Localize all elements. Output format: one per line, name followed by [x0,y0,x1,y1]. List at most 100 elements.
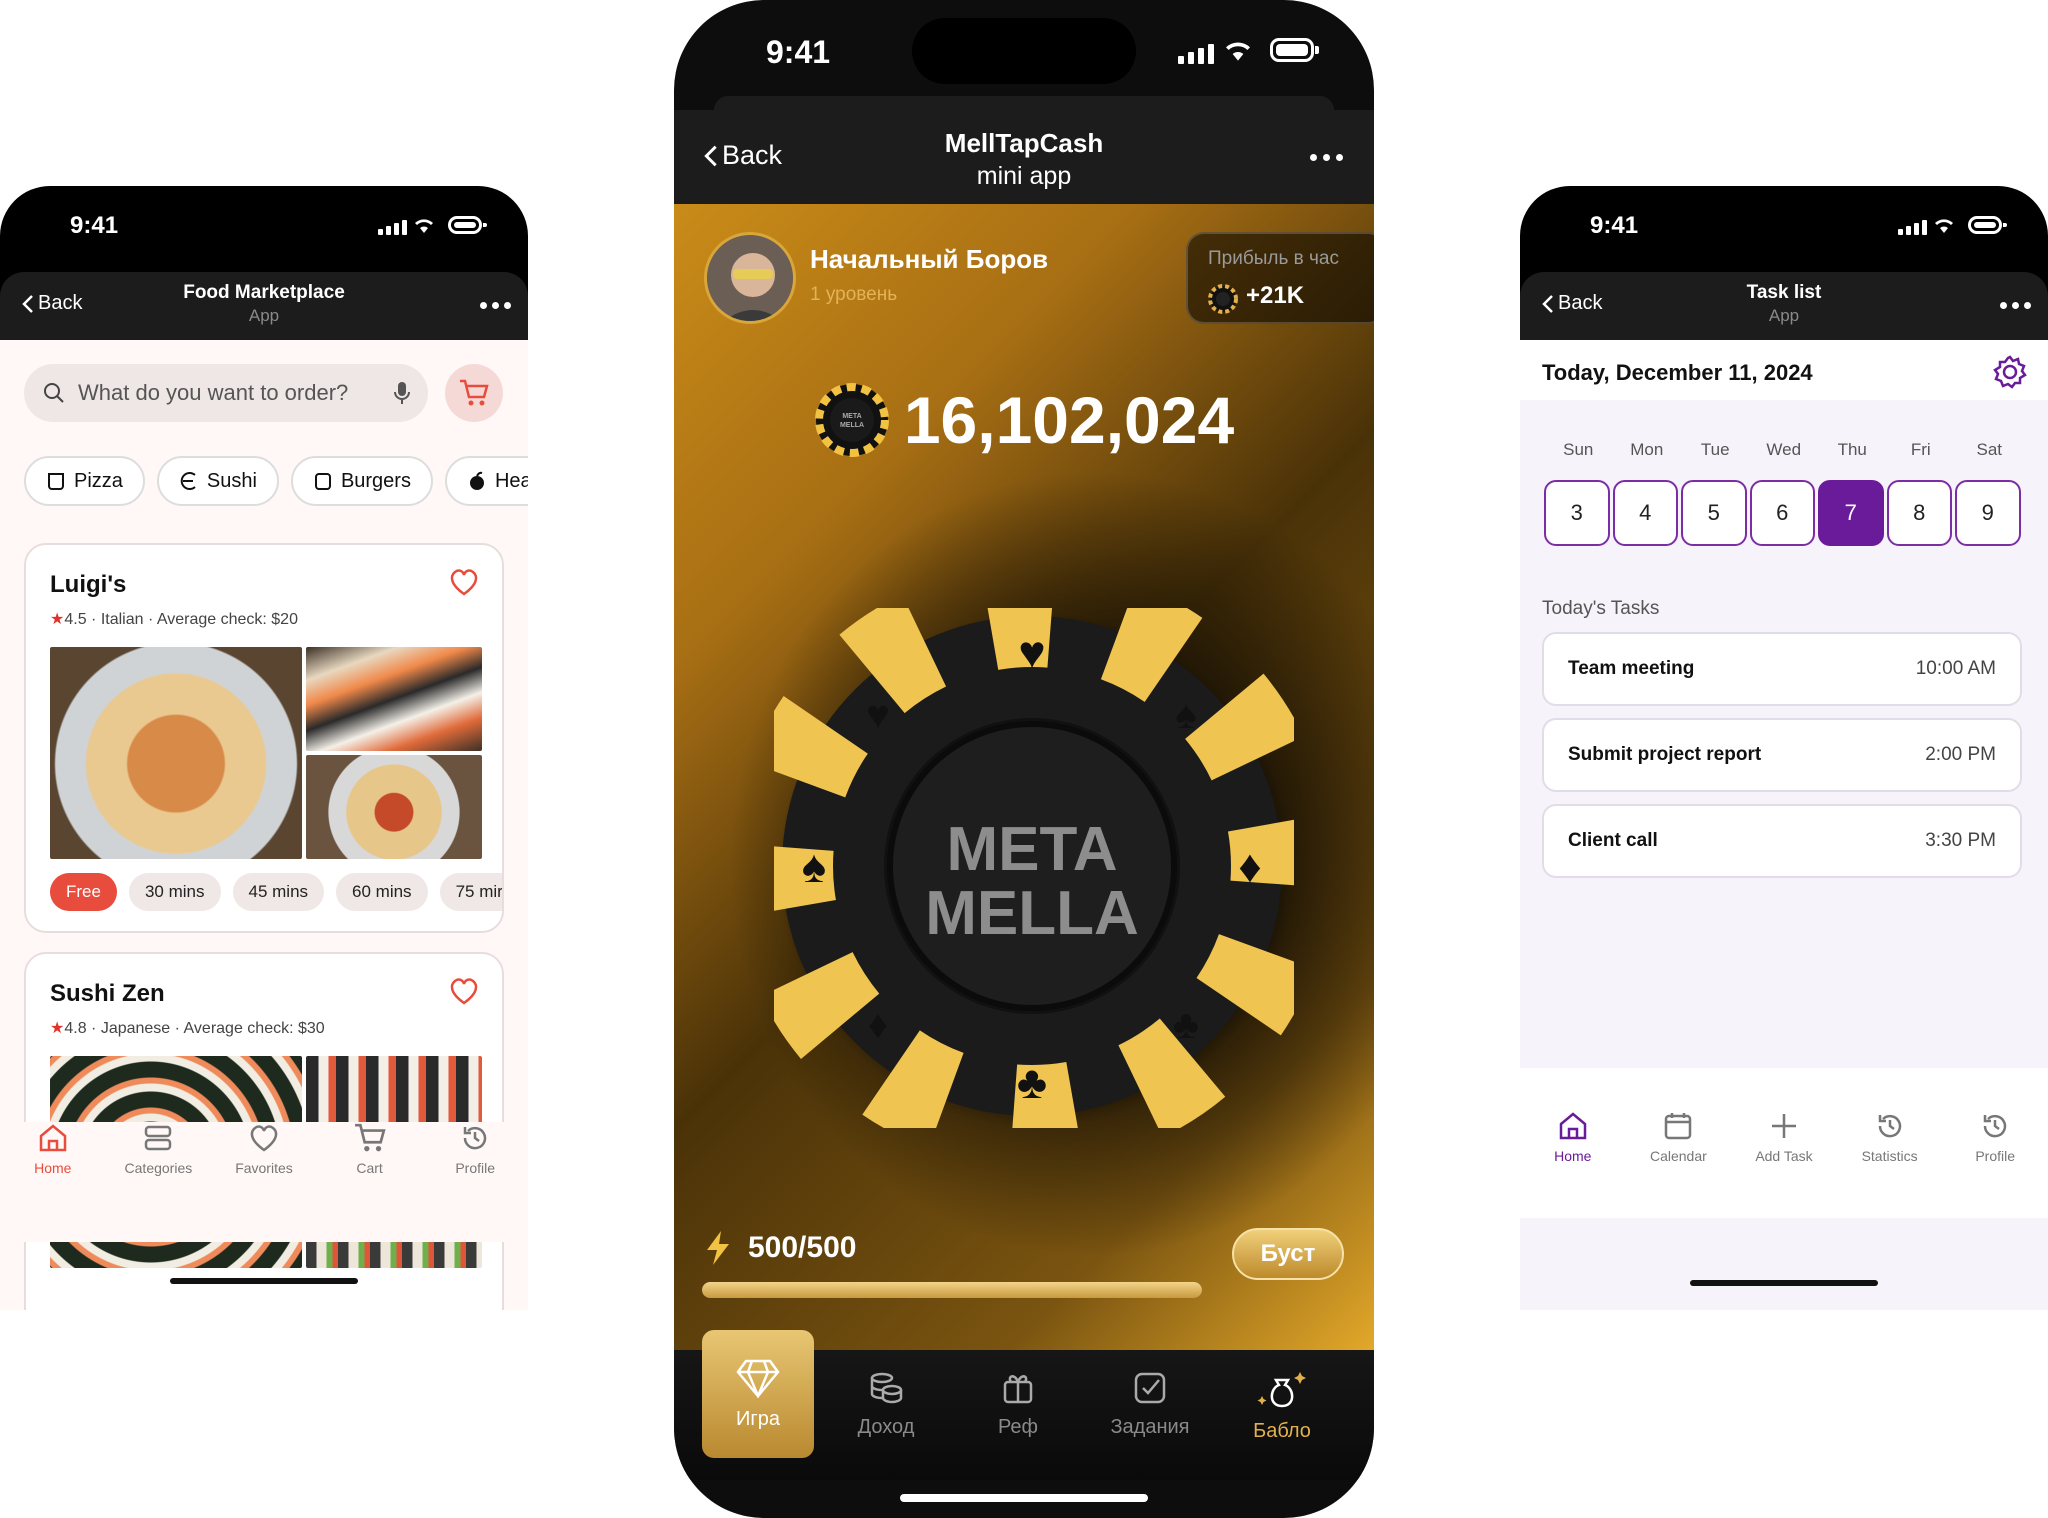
tab-label: Calendar [1649,1148,1707,1164]
nav-referral[interactable]: Реф [962,1370,1074,1439]
nav-tasks[interactable]: Задания [1094,1370,1206,1439]
star-icon: ★ [50,1020,65,1037]
section-title: Today's Tasks [1542,598,1660,619]
favorite-heart-icon[interactable] [448,976,480,1006]
day-button[interactable]: 8 [1886,480,1952,546]
diamond-icon [736,1359,780,1398]
app-title: MellTapCash [944,128,1104,158]
time-chip-30[interactable]: 30 mins [128,873,221,911]
restaurant-details: · Italian · Average check: $20 [86,611,298,628]
cart-button[interactable] [445,364,503,422]
tab-label: Home [34,1160,72,1176]
tab-profile[interactable]: Profile [1947,1110,2043,1164]
weekday-label: Tue [1700,440,1730,459]
avatar[interactable] [704,232,796,324]
heart-suit-icon: ♥ [1018,626,1045,678]
day-button[interactable]: 3 [1544,480,1610,546]
more-icon[interactable] [480,302,511,309]
restaurant-meta: ★4.5 · Italian · Average check: $20 [50,609,298,629]
energy-progress-bar [702,1282,1202,1298]
day-button[interactable]: 6 [1749,480,1815,546]
bottom-tab-bar: Home Categories Favorites Cart Profile [0,1122,528,1242]
gear-icon[interactable] [1992,354,2028,390]
more-icon[interactable] [1310,154,1343,161]
tap-chip-button[interactable]: META MELLA ♥ ♣ ♠ ♦ ♥ ♠ ♦ ♣ [774,608,1294,1128]
category-chips: Pizza Sushi Burgers Hea [24,456,528,506]
category-chip-pizza[interactable]: Pizza [24,456,145,506]
boost-button[interactable]: Буст [1232,1228,1344,1280]
day-button[interactable]: 9 [1955,480,2021,546]
tab-cart[interactable]: Cart [322,1122,418,1176]
signal-icon [1178,44,1214,64]
microphone-icon[interactable] [394,381,410,405]
plus-icon [1771,1114,1796,1138]
nav-game[interactable]: Игра [702,1330,814,1458]
time-chip-free[interactable]: Free [50,873,117,911]
tab-favorites[interactable]: Favorites [216,1122,312,1176]
status-time: 9:41 [1590,212,1639,239]
tab-home[interactable]: Home [5,1122,101,1176]
day-picker: 3 4 5 6 7 8 9 [1544,480,2021,546]
restaurant-meta: ★4.8 · Japanese · Average check: $30 [50,1018,325,1038]
weekday-label: Sun [1563,440,1594,459]
sushi-icon [180,472,196,490]
tab-profile[interactable]: Profile [427,1122,523,1176]
search-icon [44,383,64,403]
category-chip-burgers[interactable]: Burgers [290,456,433,506]
food-photo-sushi [306,647,482,751]
task-item[interactable]: Submit project report 2:00 PM [1542,718,2022,792]
restaurant-name: Luigi's [50,571,127,598]
category-label: Hea [494,469,528,492]
time-chip-75[interactable]: 75 mir [439,873,502,911]
search-bar[interactable]: What do you want to order? [24,364,428,422]
nav-label: Игра [736,1407,780,1430]
home-icon [1559,1112,1587,1140]
search-input[interactable]: What do you want to order? [78,380,382,406]
nav-income[interactable]: Доход [830,1370,942,1439]
money-bag-icon [1257,1372,1306,1408]
task-item[interactable]: Team meeting 10:00 AM [1542,632,2022,706]
user-level: 1 уровень [810,284,898,305]
weekday-row: Sun Mon Tue Wed Thu Fri Sat [1544,440,2024,460]
category-chip-healthy[interactable]: Hea [444,456,528,506]
weekday-label: Wed [1766,440,1802,459]
day-button-selected[interactable]: 7 [1818,480,1884,546]
signal-icon [1898,220,1927,235]
restaurant-details: · Japanese · Average check: $30 [86,1020,325,1037]
restaurant-card[interactable]: Luigi's ★4.5 · Italian · Average check: … [24,543,504,933]
app-header: Back MellTapCash mini app [674,96,1374,204]
category-label: Pizza [74,469,123,492]
favorite-heart-icon[interactable] [448,567,480,597]
tab-label: Statistics [1861,1148,1918,1164]
user-name: Начальный Боров [810,244,1049,274]
time-chip-45[interactable]: 45 mins [232,873,325,911]
time-chip-60[interactable]: 60 mins [336,873,428,911]
weekday-label: Thu [1837,440,1867,459]
dynamic-island [1700,200,1868,252]
day-button[interactable]: 4 [1612,480,1678,546]
day-button[interactable]: 5 [1681,480,1747,546]
nav-label: Реф [997,1416,1039,1438]
task-name: Team meeting [1568,658,1695,679]
more-icon[interactable] [2000,302,2031,309]
svg-text:♥: ♥ [866,693,890,737]
task-time: 3:30 PM [1925,830,1996,851]
tab-statistics[interactable]: Statistics [1842,1110,1938,1164]
app-title: Task list [1746,282,1822,303]
calendar-icon [1665,1113,1692,1140]
bottom-tab-bar: Home Calendar Add Task Statistics Profil… [1520,1068,2048,1218]
spade-suit-icon: ♠ [802,840,826,892]
tab-home[interactable]: Home [1525,1110,1621,1164]
nav-money[interactable]: Бабло [1226,1370,1338,1443]
task-item[interactable]: Client call 3:30 PM [1542,804,2022,878]
tab-add-task[interactable]: Add Task [1736,1110,1832,1164]
coin-text-line1: META [842,413,861,420]
tab-categories[interactable]: Categories [110,1122,206,1176]
weekday-label: Mon [1630,440,1664,459]
tab-label: Profile [1975,1148,2016,1164]
tab-label: Favorites [235,1160,293,1176]
nav-label: Задания [1110,1416,1190,1438]
category-label: Burgers [340,469,411,492]
category-chip-sushi[interactable]: Sushi [156,456,279,506]
tab-calendar[interactable]: Calendar [1630,1110,1726,1164]
